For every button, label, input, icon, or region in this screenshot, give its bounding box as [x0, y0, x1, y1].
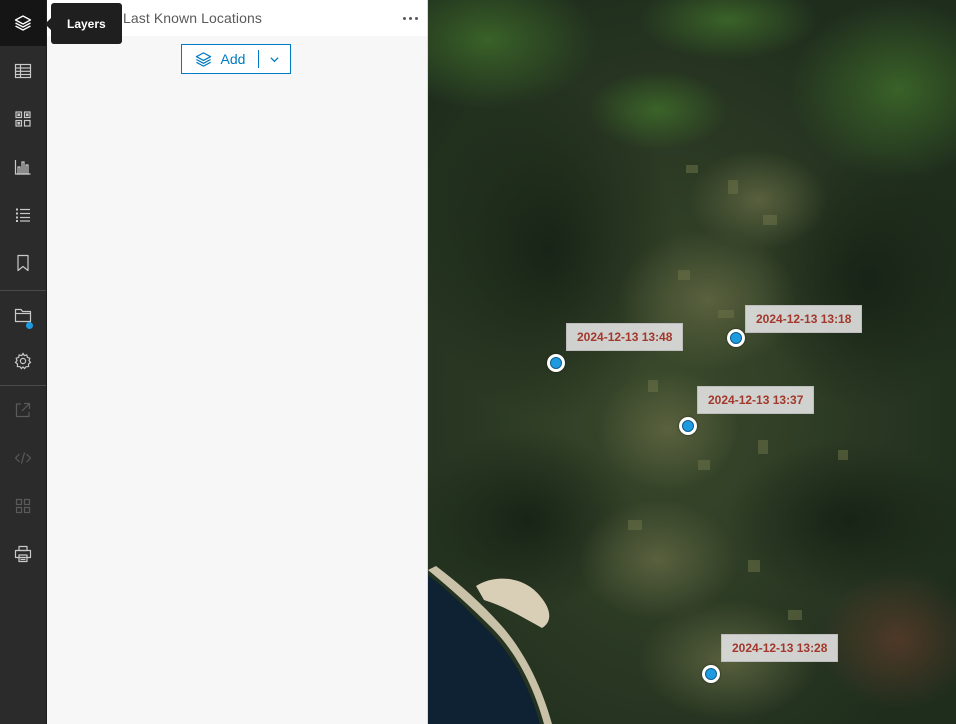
print-button[interactable] — [0, 531, 46, 577]
panel-title: Last Known Locations — [123, 10, 262, 26]
tooltip-text: Layers — [67, 16, 106, 31]
location-marker[interactable] — [679, 417, 697, 435]
add-layer-button[interactable]: Add — [182, 45, 258, 73]
map-viewer-app: Layers Last Known Locations Add 2024-12-… — [0, 0, 956, 724]
grid-icon — [15, 111, 31, 127]
charts-button[interactable] — [0, 144, 46, 190]
layers-icon — [195, 51, 211, 67]
share-icon — [15, 402, 31, 418]
layers-icon — [14, 15, 32, 31]
notification-dot — [26, 322, 33, 329]
location-marker[interactable] — [547, 354, 565, 372]
more-dot — [402, 16, 406, 20]
location-label-text: 2024-12-13 13:28 — [732, 641, 828, 655]
add-layer-split-button: Add — [181, 44, 291, 74]
layers-button[interactable] — [0, 0, 46, 46]
more-dot — [414, 16, 418, 20]
location-label: 2024-12-13 13:18 — [745, 305, 863, 333]
more-dot — [408, 16, 412, 20]
print-icon — [14, 545, 32, 563]
left-toolbar — [0, 0, 47, 724]
chevron-down-icon — [270, 56, 279, 62]
map-view[interactable]: 2024-12-13 13:48 2024-12-13 13:18 2024-1… — [428, 0, 956, 724]
location-label-text: 2024-12-13 13:37 — [708, 393, 804, 407]
legend-button[interactable] — [0, 192, 46, 238]
apps-icon — [15, 498, 31, 514]
layers-panel: Last Known Locations Add — [47, 0, 428, 724]
code-icon — [14, 452, 32, 464]
location-label: 2024-12-13 13:48 — [566, 323, 684, 351]
bookmarks-button[interactable] — [0, 240, 46, 286]
add-label: Add — [220, 51, 246, 67]
satellite-imagery — [428, 0, 956, 724]
bar-chart-icon — [14, 160, 31, 175]
share-button[interactable] — [0, 387, 46, 433]
location-label: 2024-12-13 13:37 — [697, 386, 815, 414]
location-label: 2024-12-13 13:28 — [721, 634, 839, 662]
layers-tooltip: Layers — [45, 3, 122, 44]
map-properties-button[interactable] — [0, 292, 46, 338]
location-marker[interactable] — [727, 329, 745, 347]
more-options-button[interactable] — [399, 8, 421, 28]
table-icon — [14, 63, 32, 79]
location-label-text: 2024-12-13 13:48 — [577, 330, 673, 344]
toolbar-divider — [0, 290, 46, 291]
gear-icon — [14, 352, 32, 370]
toolbar-divider — [0, 385, 46, 386]
add-dropdown-button[interactable] — [259, 45, 290, 73]
list-icon — [16, 208, 30, 222]
embed-button[interactable] — [0, 435, 46, 481]
apps-button[interactable] — [0, 483, 46, 529]
location-marker[interactable] — [702, 665, 720, 683]
widgets-button[interactable] — [0, 96, 46, 142]
settings-button[interactable] — [0, 338, 46, 384]
location-label-text: 2024-12-13 13:18 — [756, 312, 852, 326]
table-button[interactable] — [0, 48, 46, 94]
bookmark-icon — [17, 254, 29, 272]
